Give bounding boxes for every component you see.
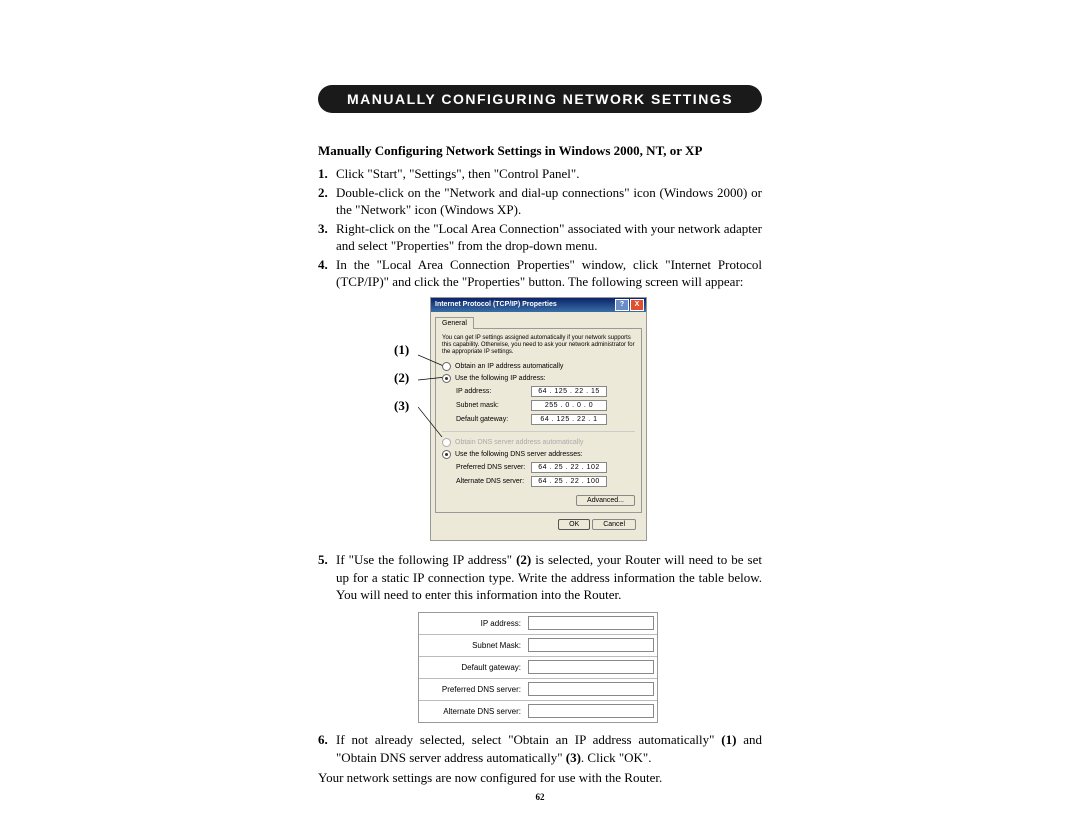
step-3-text: Right-click on the "Local Area Connectio… (336, 220, 762, 255)
step-6-text: If not already selected, select "Obtain … (336, 731, 762, 766)
radio-obtain-ip-label: Obtain an IP address automatically (455, 363, 563, 370)
ip-label: IP address: (456, 388, 531, 395)
tab-general[interactable]: General (435, 317, 474, 329)
callouts: (1) (2) (3) (394, 342, 409, 426)
radio-obtain-dns (442, 438, 451, 447)
worksheet-table: IP address: Subnet Mask: Default gateway… (418, 612, 658, 723)
step-4-text: In the "Local Area Connection Properties… (336, 256, 762, 291)
section-title: MANUALLY CONFIGURING NETWORK SETTINGS (347, 91, 733, 107)
mask-input[interactable]: 255 . 0 . 0 . 0 (531, 400, 607, 411)
ws-gw-label: Default gateway: (419, 657, 525, 678)
ws-adns-input[interactable] (528, 704, 654, 718)
ws-gw-input[interactable] (528, 660, 654, 674)
ws-pdns-input[interactable] (528, 682, 654, 696)
help-icon[interactable]: ? (615, 299, 629, 311)
cancel-button[interactable]: Cancel (592, 519, 636, 530)
radio-use-dns-label: Use the following DNS server addresses: (455, 451, 583, 458)
page-number: 62 (318, 792, 762, 802)
radio-obtain-dns-label: Obtain DNS server address automatically (455, 439, 583, 446)
adns-label: Alternate DNS server: (456, 478, 531, 485)
gw-input[interactable]: 64 . 125 . 22 . 1 (531, 414, 607, 425)
ok-button[interactable]: OK (558, 519, 590, 530)
section-header: MANUALLY CONFIGURING NETWORK SETTINGS (318, 85, 762, 113)
step-number: 6. (318, 731, 336, 766)
dialog-intro: You can get IP settings assigned automat… (442, 335, 635, 357)
callout-3: (3) (394, 398, 409, 414)
adns-input[interactable]: 64 . 25 . 22 . 100 (531, 476, 607, 487)
advanced-button[interactable]: Advanced... (576, 495, 635, 506)
dialog-title: Internet Protocol (TCP/IP) Properties (433, 301, 557, 308)
tcpip-dialog: Internet Protocol (TCP/IP) Properties ? … (430, 297, 647, 542)
step-2-text: Double-click on the "Network and dial-up… (336, 184, 762, 219)
ws-mask-input[interactable] (528, 638, 654, 652)
mask-label: Subnet mask: (456, 402, 531, 409)
titlebar: Internet Protocol (TCP/IP) Properties ? … (431, 298, 646, 312)
ws-pdns-label: Preferred DNS server: (419, 679, 525, 700)
radio-use-ip-label: Use the following IP address: (455, 375, 546, 382)
ws-ip-label: IP address: (419, 613, 525, 634)
ws-ip-input[interactable] (528, 616, 654, 630)
step-number: 3. (318, 220, 336, 255)
ws-adns-label: Alternate DNS server: (419, 701, 525, 722)
radio-obtain-ip[interactable] (442, 362, 451, 371)
radio-use-ip[interactable] (442, 374, 451, 383)
step-5-text: If "Use the following IP address" (2) is… (336, 551, 762, 604)
pdns-input[interactable]: 64 . 25 . 22 . 102 (531, 462, 607, 473)
step-number: 2. (318, 184, 336, 219)
step-number: 5. (318, 551, 336, 604)
ip-input[interactable]: 64 . 125 . 22 . 15 (531, 386, 607, 397)
close-icon[interactable]: X (630, 299, 644, 311)
callout-1: (1) (394, 342, 409, 358)
subtitle: Manually Configuring Network Settings in… (318, 143, 762, 159)
callout-lines (418, 347, 446, 437)
callout-2: (2) (394, 370, 409, 386)
ws-mask-label: Subnet Mask: (419, 635, 525, 656)
radio-use-dns[interactable] (442, 450, 451, 459)
pdns-label: Preferred DNS server: (456, 464, 531, 471)
gw-label: Default gateway: (456, 416, 531, 423)
step-number: 4. (318, 256, 336, 291)
step-number: 1. (318, 165, 336, 183)
footer-text: Your network settings are now configured… (318, 770, 762, 786)
step-1-text: Click "Start", "Settings", then "Control… (336, 165, 762, 183)
